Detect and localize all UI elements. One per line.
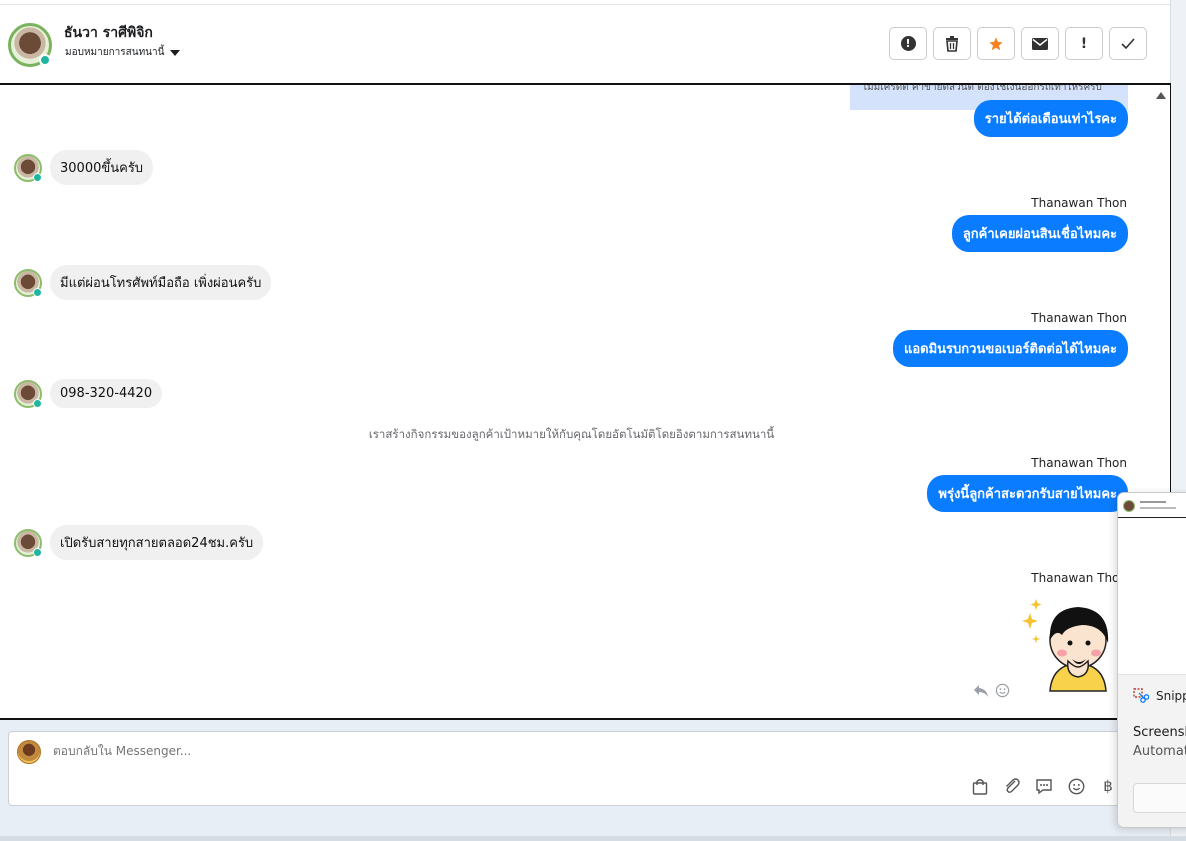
contact-name[interactable]: ธันวา ราศีพิจิก — [64, 22, 153, 44]
notification-title: Screensh — [1133, 725, 1186, 740]
assign-label: มอบหมายการสนทนานี้ — [65, 47, 165, 58]
composer-toolbar: ฿ — [969, 775, 1119, 797]
message-bubble-outgoing[interactable]: รายได้ต่อเดือนเท่าไรคะ — [973, 100, 1128, 137]
delete-button[interactable] — [933, 27, 971, 60]
reply-input[interactable] — [53, 744, 953, 758]
sender-avatar[interactable] — [14, 268, 42, 297]
thumbnail-line — [1140, 507, 1176, 509]
online-status-dot — [33, 287, 42, 297]
report-spam-button[interactable]: ! — [889, 27, 927, 60]
snipping-tool-notification[interactable]: Snipp Screensh Automat — [1117, 492, 1186, 828]
sender-avatar[interactable] — [14, 528, 42, 557]
message-bubble-outgoing[interactable]: แอดมินรบกวนขอเบอร์ติดต่อได้ไหมคะ — [892, 330, 1128, 367]
caret-down-icon — [170, 49, 181, 56]
sender-avatar[interactable] — [14, 153, 42, 182]
star-button[interactable] — [977, 27, 1015, 60]
message-bubble-incoming[interactable]: 098-320-4420 — [50, 379, 163, 408]
paperclip-icon[interactable] — [1001, 775, 1023, 797]
message-bubble-incoming[interactable]: มีแต่ผ่อนโทรศัพท์มือถือ เพิ่งผ่อนครับ — [50, 265, 272, 300]
shopping-bag-icon[interactable] — [969, 775, 991, 797]
envelope-icon — [1032, 37, 1048, 50]
online-status-dot — [33, 547, 42, 557]
notification-subtitle: Automat — [1133, 744, 1186, 759]
sender-name: Thanawan Thon — [1031, 571, 1127, 585]
notification-app-row: Snipp — [1133, 688, 1186, 704]
notification-app-name: Snipp — [1156, 689, 1186, 703]
assign-conversation-dropdown[interactable]: มอบหมายการสนทนานี้ — [65, 45, 181, 60]
trash-icon — [946, 35, 958, 52]
react-emoji-icon[interactable] — [995, 683, 1010, 698]
sender-name: Thanawan Thon — [1031, 311, 1127, 325]
screenshot-thumbnail[interactable] — [1118, 493, 1186, 675]
messenger-inbox-app: ธันวา ราศีพิจิก มอบหมายการสนทนานี้ ! ! ไ… — [0, 0, 1186, 841]
message-row-incoming: มีแต่ผ่อนโทรศัพท์มือถือ เพิ่งผ่อนครับ — [14, 265, 272, 300]
follow-up-button[interactable]: ! — [1065, 27, 1103, 60]
message-bubble-outgoing[interactable]: ลูกค้าเคยผ่อนสินเชื่อไหมคะ — [951, 215, 1128, 252]
thumbnail-line — [1140, 501, 1166, 503]
conversation-toolbar: ! ! — [889, 27, 1147, 60]
baht-icon[interactable]: ฿ — [1097, 775, 1119, 797]
sender-name: Thanawan Thon — [1031, 456, 1127, 470]
mark-done-button[interactable] — [1109, 27, 1147, 60]
online-status-dot — [33, 172, 42, 182]
checkmark-icon — [1121, 38, 1135, 49]
online-status-dot — [39, 54, 51, 66]
message-row-incoming: 098-320-4420 — [14, 379, 163, 408]
message-bubble-incoming[interactable]: 30000ขึ้นครับ — [50, 150, 154, 185]
system-activity-note: เราสร้างกิจกรรมของลูกค้าเป้าหมายให้กับคุ… — [368, 427, 775, 441]
thumbnail-separator — [1118, 517, 1186, 518]
message-row-incoming: เปิดรับสายทุกสายตลอด24ชม.ครับ — [14, 525, 264, 560]
scissors-icon — [1133, 688, 1149, 703]
sender-avatar[interactable] — [14, 379, 42, 408]
online-status-dot — [33, 398, 42, 408]
message-actions — [973, 683, 1010, 698]
scroll-up-arrow-icon[interactable] — [1156, 92, 1166, 99]
mark-unread-button[interactable] — [1021, 27, 1059, 60]
reply-icon[interactable] — [973, 684, 989, 698]
star-icon — [989, 36, 1003, 50]
page-avatar — [17, 740, 41, 764]
saved-reply-icon[interactable] — [1033, 775, 1055, 797]
bottom-strip — [0, 836, 1186, 841]
message-bubble-outgoing[interactable]: พรุ่งนี้ลูกค้าสะดวกรับสายไหมคะ — [927, 475, 1128, 512]
message-thread[interactable]: ไม่มีเครดิต ค่าขายดีส่วนต์ ต้องใช้เงินออ… — [0, 83, 1171, 720]
exclamation-icon: ! — [1080, 35, 1088, 52]
notification-action-button[interactable] — [1133, 783, 1186, 813]
sticker-girl-image[interactable] — [1022, 595, 1122, 695]
contact-avatar[interactable] — [8, 23, 52, 67]
sender-name: Thanawan Thon — [1031, 196, 1127, 210]
conversation-header: ธันวา ราศีพิจิก มอบหมายการสนทนานี้ ! ! — [0, 5, 1170, 84]
thumbnail-avatar — [1123, 500, 1135, 512]
emoji-icon[interactable] — [1065, 775, 1087, 797]
message-bubble-incoming[interactable]: เปิดรับสายทุกสายตลอด24ชม.ครับ — [50, 525, 264, 560]
alert-circle-icon: ! — [900, 36, 916, 51]
reply-composer: ฿ — [8, 731, 1128, 806]
message-row-incoming: 30000ขึ้นครับ — [14, 150, 154, 185]
